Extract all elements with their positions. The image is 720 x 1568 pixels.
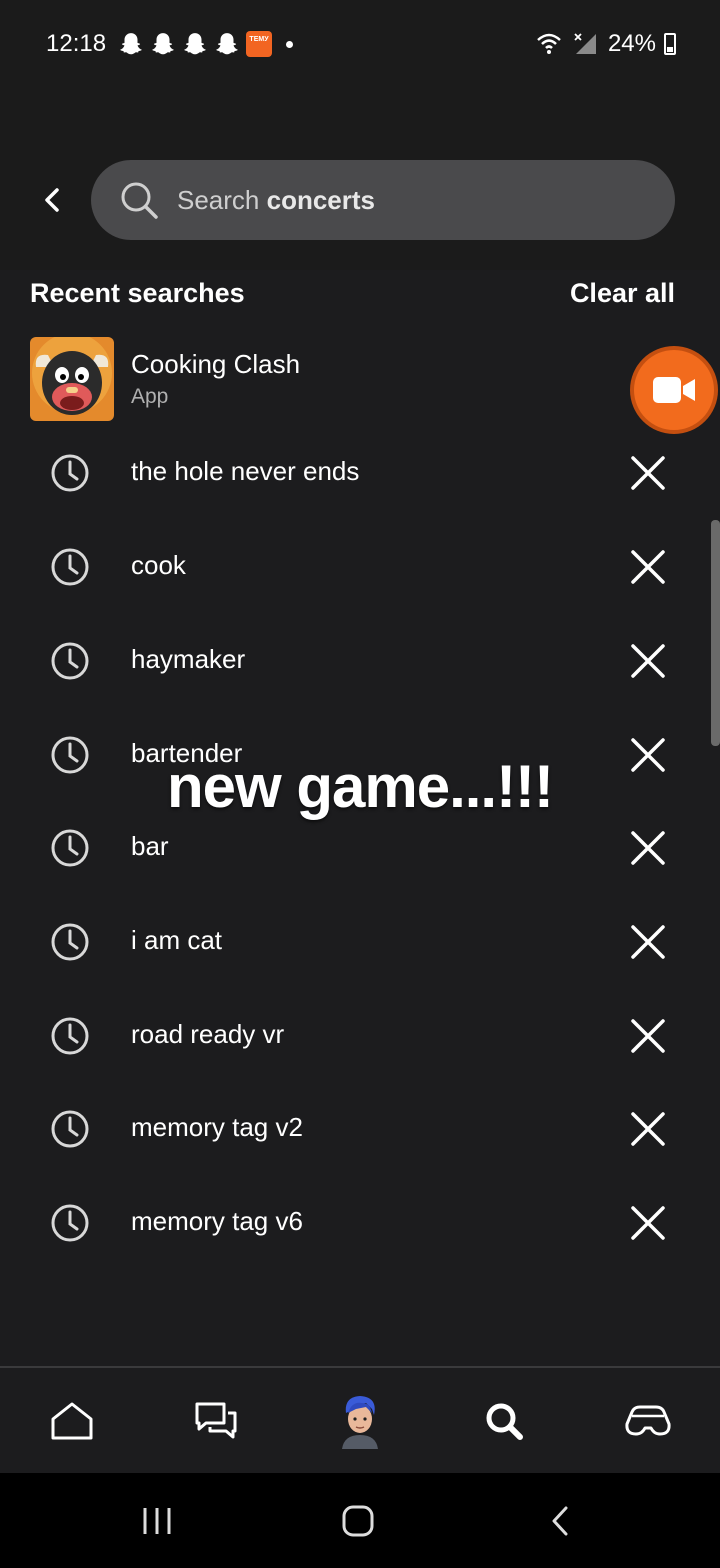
screen-record-button[interactable] bbox=[634, 350, 714, 430]
app-type: App bbox=[131, 385, 169, 408]
clock-icon bbox=[51, 1017, 89, 1055]
video-camera-icon bbox=[653, 377, 695, 403]
search-term: memory tag v6 bbox=[131, 1206, 303, 1236]
search-term: bar bbox=[131, 831, 169, 861]
list-item[interactable]: i am cat bbox=[0, 894, 720, 988]
remove-icon[interactable] bbox=[628, 547, 668, 587]
back-nav-icon bbox=[552, 1506, 568, 1536]
battery-percent: 24% bbox=[607, 30, 656, 57]
system-nav-bar bbox=[0, 1473, 720, 1568]
search-term: haymaker bbox=[131, 644, 246, 674]
remove-icon[interactable] bbox=[628, 641, 668, 681]
search-term: i am cat bbox=[131, 925, 223, 955]
tab-search[interactable] bbox=[469, 1386, 539, 1456]
clock-icon bbox=[51, 642, 89, 680]
tab-profile[interactable] bbox=[325, 1386, 395, 1456]
wifi-icon bbox=[537, 33, 561, 54]
tab-chats[interactable] bbox=[181, 1386, 251, 1456]
list-item[interactable]: the hole never ends bbox=[0, 425, 720, 519]
snapchat-icon bbox=[184, 33, 206, 55]
tab-home[interactable] bbox=[37, 1386, 107, 1456]
search-input[interactable]: Search concerts bbox=[91, 160, 675, 240]
headset-icon bbox=[625, 1405, 671, 1436]
search-icon bbox=[121, 182, 158, 219]
snapchat-icon bbox=[216, 33, 238, 55]
list-item[interactable]: memory tag v2 bbox=[0, 1081, 720, 1175]
notification-icons: ТЕМУ bbox=[118, 30, 293, 58]
remove-icon[interactable] bbox=[628, 828, 668, 868]
battery-icon bbox=[664, 33, 676, 55]
home-nav-icon bbox=[342, 1505, 374, 1537]
tab-headset[interactable] bbox=[613, 1386, 683, 1456]
clock-icon bbox=[51, 1110, 89, 1148]
search-term: cook bbox=[131, 550, 186, 580]
clock-icon bbox=[51, 923, 89, 961]
list-item[interactable]: memory tag v6 bbox=[0, 1175, 720, 1269]
home-icon bbox=[51, 1402, 93, 1440]
remove-icon[interactable] bbox=[628, 922, 668, 962]
list-item[interactable]: haymaker bbox=[0, 613, 720, 707]
list-item[interactable]: road ready vr bbox=[0, 988, 720, 1082]
overlay-caption: new game...!!! bbox=[166, 753, 554, 820]
clock-icon bbox=[51, 1204, 89, 1242]
clock-icon bbox=[51, 548, 89, 586]
signal-icon bbox=[574, 33, 596, 54]
recent-app-item[interactable]: Cooking Clash App bbox=[30, 337, 690, 421]
search-placeholder: Search concerts bbox=[177, 184, 376, 215]
temu-icon: ТЕМУ bbox=[246, 31, 272, 57]
chat-icon bbox=[195, 1402, 237, 1439]
status-right: 24% bbox=[536, 30, 676, 58]
status-time: 12:18 bbox=[46, 30, 107, 57]
clock-icon bbox=[51, 454, 89, 492]
search-icon bbox=[486, 1403, 523, 1440]
remove-icon[interactable] bbox=[628, 1109, 668, 1149]
remove-icon[interactable] bbox=[628, 1203, 668, 1243]
chevron-left-icon bbox=[45, 188, 59, 212]
remove-icon[interactable] bbox=[628, 1016, 668, 1056]
status-bar: 12:18 ТЕМУ 24% bbox=[0, 0, 720, 90]
search-term: road ready vr bbox=[131, 1019, 285, 1049]
clear-all-button[interactable]: Clear all bbox=[570, 278, 675, 309]
snapchat-icon bbox=[152, 33, 174, 55]
back-button[interactable] bbox=[30, 178, 74, 222]
search-term: memory tag v2 bbox=[131, 1112, 303, 1142]
remove-icon[interactable] bbox=[628, 453, 668, 493]
recents-icon bbox=[143, 1508, 171, 1534]
notification-dot bbox=[286, 40, 293, 48]
recent-searches-title: Recent searches bbox=[30, 278, 245, 308]
snapchat-icon bbox=[120, 33, 142, 55]
search-term: the hole never ends bbox=[131, 456, 360, 486]
list-item[interactable]: cook bbox=[0, 519, 720, 613]
recents-button[interactable] bbox=[137, 1501, 177, 1541]
avatar bbox=[342, 1396, 378, 1449]
back-nav-button[interactable] bbox=[540, 1501, 580, 1541]
bottom-tab-bar bbox=[0, 1368, 720, 1473]
scrollbar[interactable] bbox=[711, 520, 720, 746]
app-thumbnail bbox=[30, 337, 114, 421]
clock-icon bbox=[51, 829, 89, 867]
app-name: Cooking Clash bbox=[131, 349, 301, 379]
home-nav-button[interactable] bbox=[338, 1501, 378, 1541]
